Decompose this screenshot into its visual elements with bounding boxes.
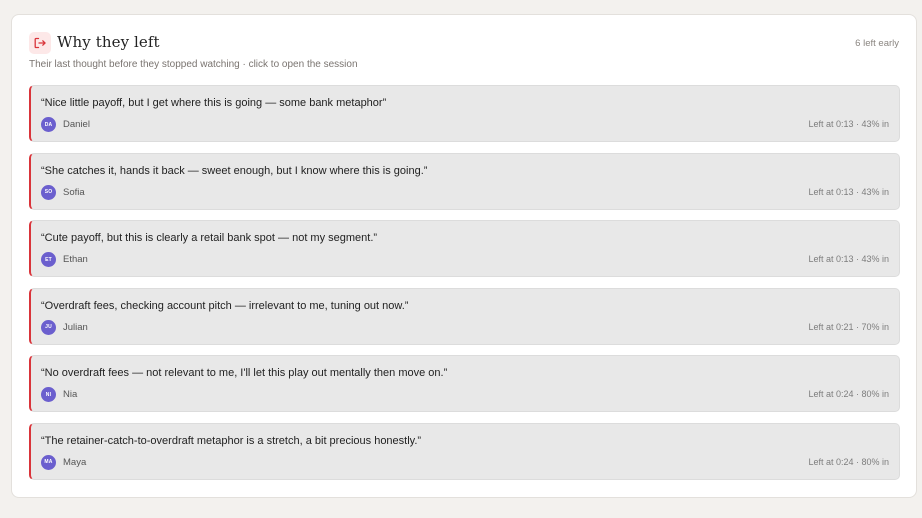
panel-title: Why they left: [57, 33, 160, 51]
avatar: NI: [41, 387, 56, 403]
viewer: DA Daniel: [41, 117, 90, 132]
viewer: NI Nia: [41, 387, 78, 403]
left-at-meta: Left at 0:24 · 80% in: [808, 389, 889, 400]
left-at-meta: Left at 0:21 · 70% in: [808, 321, 889, 332]
viewer-name: Daniel: [63, 119, 90, 130]
last-thought-quote: “Nice little payoff, but I get where thi…: [41, 97, 387, 109]
avatar: MA: [41, 454, 56, 470]
viewer: ET Ethan: [41, 252, 88, 268]
viewer-name: Maya: [63, 456, 87, 468]
avatar: DA: [41, 117, 56, 132]
left-at-meta: Left at 0:24 · 80% in: [808, 456, 889, 467]
session-item[interactable]: “No overdraft fees — not relevant to me,…: [29, 355, 900, 413]
last-thought-quote: “Cute payoff, but this is clearly a reta…: [41, 232, 378, 245]
why-they-left-panel: Why they left 6 left early Their last th…: [11, 14, 917, 498]
session-list: “Nice little payoff, but I get where thi…: [29, 85, 900, 491]
session-item[interactable]: “Overdraft fees, checking account pitch …: [29, 287, 900, 345]
avatar: SO: [41, 184, 56, 200]
avatar: ET: [41, 252, 56, 268]
last-thought-quote: “Overdraft fees, checking account pitch …: [41, 299, 409, 312]
session-item[interactable]: “She catches it, hands it back — sweet e…: [29, 152, 900, 210]
exit-icon: [29, 32, 51, 54]
left-at-meta: Left at 0:13 · 43% in: [808, 119, 889, 129]
session-item[interactable]: “The retainer-catch-to-overdraft metapho…: [29, 422, 900, 480]
viewer-name: Ethan: [63, 254, 88, 266]
left-at-meta: Left at 0:13 · 43% in: [808, 254, 889, 265]
panel-header: Why they left 6 left early: [29, 32, 899, 54]
last-thought-quote: “No overdraft fees — not relevant to me,…: [41, 367, 448, 380]
session-item[interactable]: “Nice little payoff, but I get where thi…: [29, 85, 900, 142]
session-item[interactable]: “Cute payoff, but this is clearly a reta…: [29, 220, 900, 278]
viewer-name: Sofia: [63, 186, 85, 198]
viewer: SO Sofia: [41, 184, 85, 200]
viewer-name: Julian: [63, 321, 88, 333]
left-at-meta: Left at 0:13 · 43% in: [808, 186, 889, 197]
viewer: JU Julian: [41, 319, 88, 335]
left-early-count: 6 left early: [855, 38, 899, 49]
panel-subtitle: Their last thought before they stopped w…: [29, 59, 358, 70]
viewer: MA Maya: [41, 454, 87, 470]
avatar: JU: [41, 319, 56, 335]
last-thought-quote: “The retainer-catch-to-overdraft metapho…: [41, 434, 422, 447]
viewer-name: Nia: [63, 389, 78, 401]
last-thought-quote: “She catches it, hands it back — sweet e…: [41, 164, 428, 177]
